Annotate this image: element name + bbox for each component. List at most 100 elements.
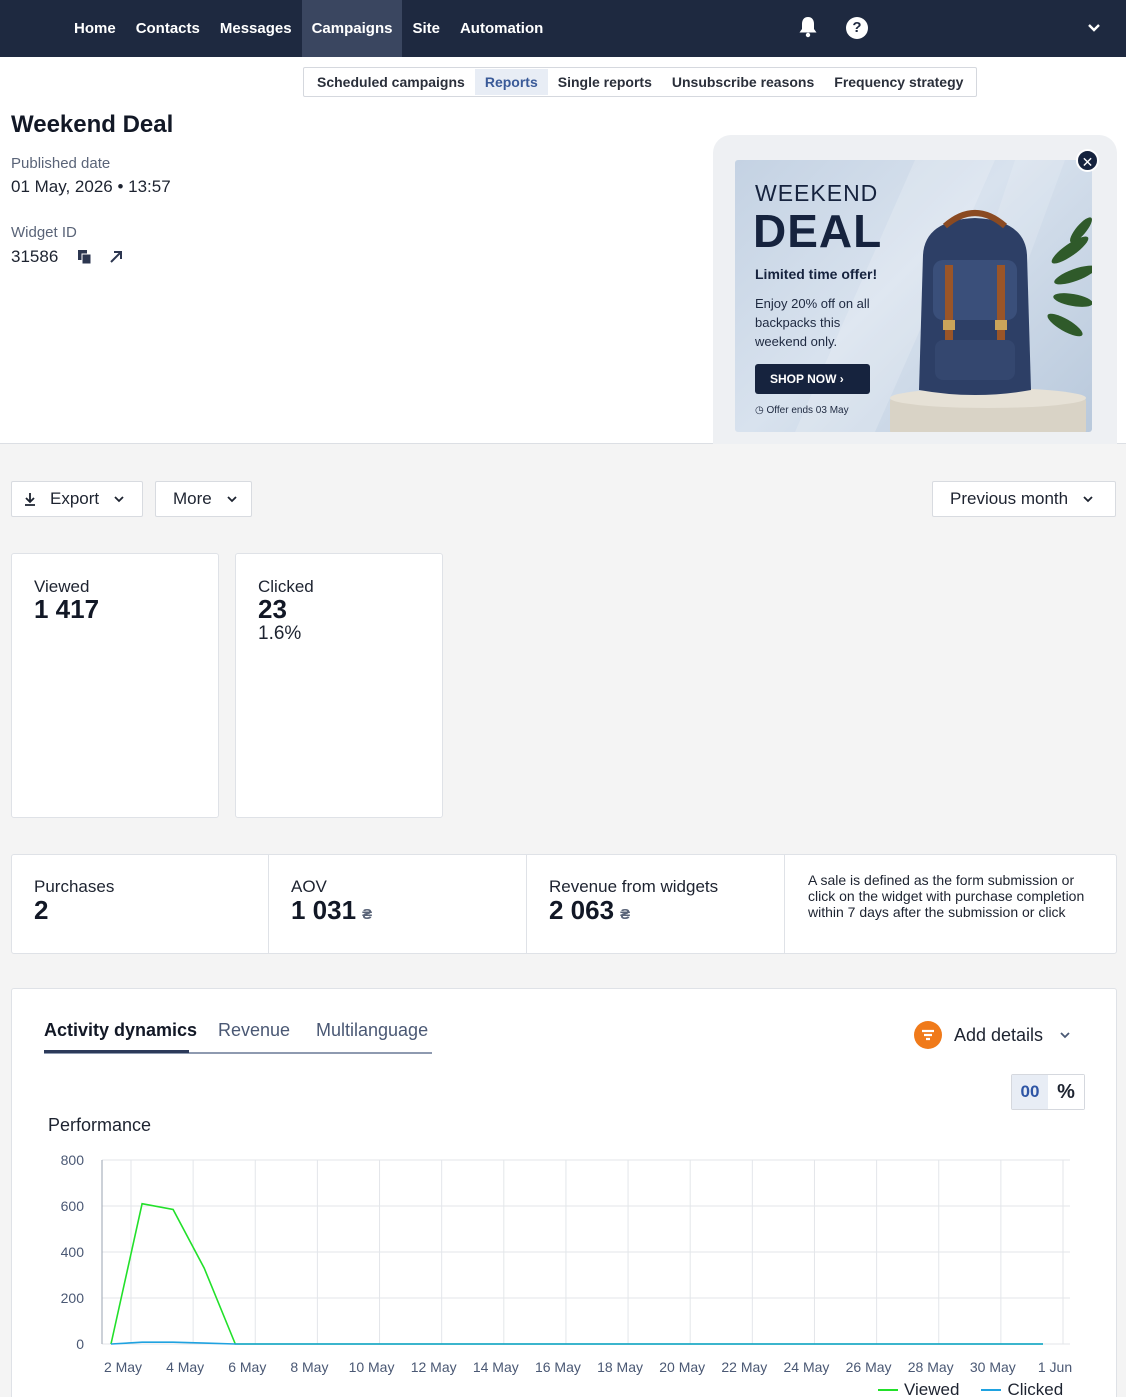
banner-weekend-text: WEEKEND bbox=[755, 180, 879, 206]
sale-definition-note: A sale is defined as the form submission… bbox=[808, 872, 1085, 920]
x-tick-label: 24 May bbox=[784, 1359, 830, 1375]
external-link-icon[interactable] bbox=[109, 250, 123, 264]
x-tick-label: 22 May bbox=[721, 1359, 767, 1375]
chart-title: Performance bbox=[48, 1115, 152, 1135]
y-tick-label: 400 bbox=[61, 1244, 85, 1260]
purchases-label: Purchases bbox=[34, 877, 115, 896]
viewed-value: 1 417 bbox=[34, 594, 100, 624]
copy-icon[interactable] bbox=[77, 249, 93, 265]
x-tick-label: 30 May bbox=[970, 1359, 1016, 1375]
aov-stat: AOV 1 031 ₴ bbox=[269, 855, 527, 953]
x-tick-label: 28 May bbox=[908, 1359, 954, 1375]
more-button[interactable]: More bbox=[155, 481, 252, 517]
export-label: Export bbox=[50, 489, 100, 508]
tab-activity-dynamics[interactable]: Activity dynamics bbox=[44, 1020, 197, 1041]
legend-viewed-label: Viewed bbox=[904, 1380, 960, 1397]
more-label: More bbox=[173, 489, 212, 508]
subnav-unsubscribe-reasons[interactable]: Unsubscribe reasons bbox=[662, 69, 824, 95]
period-label: Previous month bbox=[950, 489, 1069, 508]
chevron-down-icon[interactable] bbox=[1086, 20, 1102, 36]
absolute-values-toggle[interactable]: 00 bbox=[1012, 1075, 1048, 1109]
widget-id-label: Widget ID bbox=[11, 224, 77, 241]
y-tick-label: 200 bbox=[61, 1290, 85, 1306]
legend-clicked-label: Clicked bbox=[1007, 1380, 1064, 1397]
revenue-label: Revenue from widgets bbox=[549, 877, 719, 896]
x-tick-label: 1 Jun bbox=[1038, 1359, 1072, 1375]
nav-item-automation[interactable]: Automation bbox=[450, 0, 553, 57]
add-details-button[interactable]: Add details bbox=[914, 1021, 1071, 1049]
download-icon bbox=[25, 493, 35, 506]
nav-item-site[interactable]: Site bbox=[402, 0, 450, 57]
nav-item-messages[interactable]: Messages bbox=[210, 0, 302, 57]
performance-chart: 0 200 400 600 800 2 May 4 May 6 May 8 May 10 May 1… bbox=[61, 1152, 1072, 1375]
shop-now-label: SHOP NOW bbox=[770, 372, 837, 386]
chevron-down-icon bbox=[227, 496, 237, 503]
banner-deal-text: DEAL bbox=[753, 205, 883, 257]
published-date-value: 01 May, 2026 • 13:57 bbox=[11, 177, 171, 196]
x-tick-label: 18 May bbox=[597, 1359, 643, 1375]
period-select[interactable]: Previous month bbox=[932, 481, 1116, 517]
clock-icon: ◷ bbox=[755, 405, 764, 416]
legend-viewed[interactable]: Viewed bbox=[878, 1380, 959, 1397]
value-mode-toggle: 00 % bbox=[1011, 1074, 1085, 1110]
offer-ends-text: ◷ Offer ends 03 May bbox=[755, 405, 849, 416]
subnav-scheduled-campaigns[interactable]: Scheduled campaigns bbox=[307, 69, 475, 95]
tab-revenue[interactable]: Revenue bbox=[218, 1020, 290, 1041]
chevron-down-icon bbox=[114, 496, 124, 503]
series-line-viewed bbox=[110, 1202, 1043, 1345]
chevron-down-icon bbox=[1083, 496, 1093, 503]
banner-headline: Limited time offer! bbox=[755, 266, 878, 282]
x-tick-label: 14 May bbox=[473, 1359, 519, 1375]
close-icon: ✕ bbox=[1081, 154, 1094, 170]
add-details-label: Add details bbox=[954, 1024, 1044, 1045]
nav-items: Home Contacts Messages Campaigns Site Au… bbox=[64, 0, 553, 57]
export-button[interactable]: Export bbox=[11, 481, 143, 517]
x-tick-label: 16 May bbox=[535, 1359, 581, 1375]
aov-label: AOV bbox=[291, 877, 327, 896]
x-tick-label: 2 May bbox=[104, 1359, 142, 1375]
tab-multilanguage[interactable]: Multilanguage bbox=[316, 1020, 428, 1041]
x-tick-label: 12 May bbox=[411, 1359, 457, 1375]
revenue-value: 2 063 bbox=[549, 895, 615, 925]
close-preview-button[interactable]: ✕ bbox=[1076, 149, 1099, 172]
chart-legend: Viewed Clicked bbox=[878, 1380, 1085, 1397]
widget-id-value: 31586 bbox=[11, 247, 59, 266]
revenue-value-wrap: 2 063 ₴ bbox=[549, 895, 630, 926]
y-tick-label: 800 bbox=[61, 1152, 85, 1168]
x-tick-label: 26 May bbox=[846, 1359, 892, 1375]
y-tick-label: 0 bbox=[76, 1336, 84, 1352]
subnav-reports[interactable]: Reports bbox=[474, 69, 548, 95]
clicked-percent: 1.6% bbox=[258, 623, 302, 644]
offer-ends-label: Offer ends 03 May bbox=[766, 405, 849, 416]
purchases-stat: Purchases 2 bbox=[12, 855, 269, 953]
x-tick-label: 4 May bbox=[166, 1359, 204, 1375]
x-tick-label: 8 May bbox=[290, 1359, 328, 1375]
backpack-image bbox=[890, 210, 1092, 432]
currency-icon: ₴ bbox=[362, 906, 373, 923]
bell-icon[interactable] bbox=[798, 16, 818, 38]
shop-now-button[interactable]: SHOP NOW › bbox=[755, 364, 870, 394]
legend-clicked[interactable]: Clicked bbox=[981, 1380, 1063, 1397]
published-date-label: Published date bbox=[11, 155, 111, 172]
aov-value-wrap: 1 031 ₴ bbox=[291, 895, 372, 926]
help-icon[interactable]: ? bbox=[846, 17, 868, 39]
nav-item-home[interactable]: Home bbox=[64, 0, 126, 57]
nav-item-campaigns[interactable]: Campaigns bbox=[301, 0, 403, 57]
clicked-value: 23 bbox=[258, 594, 287, 624]
nav-item-contacts[interactable]: Contacts bbox=[126, 0, 210, 57]
widget-preview-banner: WEEKEND DEAL Limited time offer! Enjoy 2… bbox=[735, 160, 1092, 432]
aov-value: 1 031 bbox=[291, 895, 357, 925]
x-tick-label: 20 May bbox=[659, 1359, 705, 1375]
viewed-card: Viewed 1 417 bbox=[11, 553, 219, 818]
y-tick-label: 600 bbox=[61, 1198, 85, 1214]
filter-icon bbox=[914, 1021, 942, 1049]
percent-values-toggle[interactable]: % bbox=[1048, 1075, 1084, 1109]
chevron-right-icon: › bbox=[839, 372, 844, 386]
chevron-down-icon bbox=[1060, 1032, 1070, 1039]
chart-tabs: Activity dynamics Revenue Multilanguage bbox=[44, 1020, 432, 1054]
subnav-frequency-strategy[interactable]: Frequency strategy bbox=[824, 69, 973, 95]
purchases-value: 2 bbox=[34, 895, 49, 925]
subnav-single-reports[interactable]: Single reports bbox=[548, 69, 662, 95]
x-tick-label: 10 May bbox=[349, 1359, 395, 1375]
banner-body: Enjoy 20% off on all backpacks this week… bbox=[755, 296, 870, 349]
